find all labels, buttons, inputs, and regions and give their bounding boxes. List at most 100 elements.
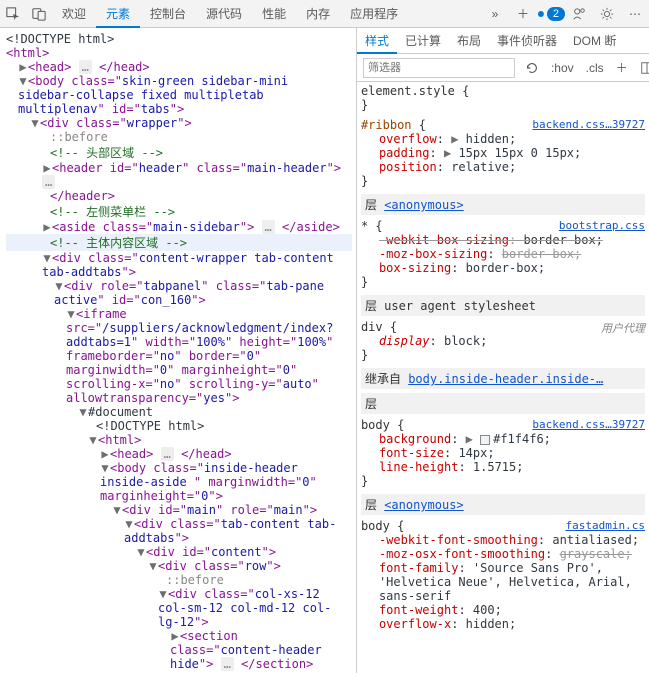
header-tag[interactable]: <header id="header" class="main-header">	[52, 161, 341, 175]
cls-toggle[interactable]: .cls	[580, 61, 610, 75]
ellipsis-icon[interactable]: …	[221, 657, 234, 671]
aside-tag[interactable]: <aside class="main-sidebar">	[52, 220, 254, 234]
anon-link[interactable]: <anonymous>	[384, 498, 463, 512]
rule-body-backend[interactable]: backend.css…39727 body { background: ▶ #…	[361, 418, 645, 488]
ellipsis-icon[interactable]: …	[262, 220, 275, 234]
selector[interactable]: div	[361, 320, 383, 334]
row-div[interactable]: <div class="row">	[158, 559, 281, 573]
refresh-icon[interactable]	[519, 61, 545, 75]
toggle-icon[interactable]: ▼	[30, 116, 40, 130]
head-open[interactable]: <head>	[28, 60, 71, 74]
toggle-icon[interactable]: ▼	[42, 251, 52, 265]
inner-body[interactable]: <body class="inside-header inside-aside …	[100, 461, 317, 503]
toggle-icon[interactable]: ▼	[18, 74, 28, 88]
source-link[interactable]: backend.css…39727	[532, 118, 645, 131]
comment-sidebar[interactable]: <!-- 左侧菜单栏 -->	[50, 205, 175, 219]
toggle-icon[interactable]: ▶	[100, 447, 110, 461]
issues-button[interactable]: 2	[537, 1, 565, 27]
wrapper-div[interactable]: <div class="wrapper">	[40, 116, 192, 130]
toggle-icon[interactable]: ▼	[66, 307, 76, 321]
device-toggle-icon[interactable]	[26, 1, 52, 27]
main-div[interactable]: <div id="main" role="main">	[122, 503, 317, 517]
rule-ribbon[interactable]: backend.css…39727 #ribbon { overflow: ▶ …	[361, 118, 645, 188]
toggle-icon[interactable]: ▼	[100, 461, 110, 475]
rule-div[interactable]: 用户代理 div { display: block; }	[361, 320, 645, 362]
selector[interactable]: *	[361, 219, 368, 233]
color-swatch[interactable]	[480, 435, 490, 445]
ellipsis-icon[interactable]: …	[161, 447, 174, 461]
html-open[interactable]: <html>	[6, 46, 49, 60]
document-node[interactable]: #document	[88, 405, 153, 419]
source-link[interactable]: backend.css…39727	[532, 418, 645, 431]
tab-application[interactable]: 应用程序	[340, 0, 408, 28]
tab-computed[interactable]: 已计算	[397, 28, 449, 54]
styles-body[interactable]: element.style { } backend.css…39727 #rib…	[357, 82, 649, 673]
tab-memory[interactable]: 内存	[296, 0, 340, 28]
toggle-icon[interactable]: ▼	[124, 517, 134, 531]
header-close[interactable]: </header>	[50, 189, 115, 203]
toggle-icon[interactable]: ▼	[54, 279, 64, 293]
tab-listeners[interactable]: 事件侦听器	[489, 28, 565, 54]
rule-star[interactable]: bootstrap.css * { -webkit-box-sizing: bo…	[361, 219, 645, 289]
hov-toggle[interactable]: :hov	[545, 61, 580, 75]
rule-element-style[interactable]: element.style { }	[361, 84, 645, 112]
selector[interactable]: body	[361, 519, 390, 533]
iframe-tag[interactable]: <iframe src="/suppliers/acknowledgment/i…	[66, 307, 333, 405]
source-link[interactable]: fastadmin.cs	[566, 519, 645, 532]
doctype[interactable]: <!DOCTYPE html>	[6, 32, 114, 46]
tab-content-div[interactable]: <div class="tab-content tab-addtabs">	[124, 517, 336, 545]
toggle-icon[interactable]: ▶	[18, 60, 28, 74]
toggle-icon[interactable]: ▼	[136, 545, 146, 559]
comment-content[interactable]: <!-- 主体内容区域 -->	[50, 236, 187, 250]
add-tab-icon[interactable]: ＋	[509, 1, 537, 27]
head-close[interactable]: </head>	[99, 60, 150, 74]
rule-body-fastadmin[interactable]: fastadmin.cs body { -webkit-font-smoothi…	[361, 519, 645, 631]
selector[interactable]: element.style	[361, 84, 455, 98]
selector[interactable]: #ribbon	[361, 118, 412, 132]
tab-styles[interactable]: 样式	[357, 28, 397, 54]
comment-header[interactable]: <!-- 头部区域 -->	[50, 146, 163, 160]
source-link[interactable]: bootstrap.css	[559, 219, 645, 232]
toggle-icon[interactable]: ▼	[112, 503, 122, 517]
anon-link[interactable]: <anonymous>	[384, 198, 463, 212]
content-wrapper[interactable]: <div class="content-wrapper tab-content …	[42, 251, 334, 279]
toggle-icon[interactable]: ▶	[42, 161, 52, 175]
tab-dom-breakpoints[interactable]: DOM 断	[565, 28, 624, 54]
more-icon[interactable]: ⋯	[621, 1, 649, 27]
more-tabs-icon[interactable]: »	[481, 1, 509, 27]
pseudo-before[interactable]: ::before	[50, 130, 108, 144]
inner-head-close[interactable]: </head>	[181, 447, 232, 461]
computed-toggle-icon[interactable]	[634, 61, 649, 75]
content-div[interactable]: <div id="content">	[146, 545, 276, 559]
ellipsis-icon[interactable]: …	[79, 60, 92, 74]
ellipsis-icon[interactable]: …	[42, 175, 55, 189]
new-style-icon[interactable]: ＋	[610, 59, 634, 76]
settings-icon[interactable]	[593, 1, 621, 27]
toggle-icon[interactable]: ▼	[78, 405, 88, 419]
tab-elements[interactable]: 元素	[96, 0, 140, 28]
section-close[interactable]: </section>	[241, 657, 313, 671]
aside-close[interactable]: </aside>	[282, 220, 340, 234]
tabpanel-div[interactable]: <div role="tabpanel" class="tab-pane act…	[54, 279, 324, 307]
tab-sources[interactable]: 源代码	[196, 0, 252, 28]
toggle-icon[interactable]: ▼	[158, 587, 168, 601]
toggle-icon[interactable]: ▼	[88, 433, 98, 447]
inherit-link[interactable]: body.inside-header.inside-…	[408, 372, 603, 386]
toggle-icon[interactable]: ▼	[148, 559, 158, 573]
elements-tree[interactable]: <!DOCTYPE html> <html> ▶<head> … </head>…	[0, 28, 357, 673]
col-div[interactable]: <div class="col-xs-12 col-sm-12 col-md-1…	[158, 587, 331, 629]
tab-layout[interactable]: 布局	[449, 28, 489, 54]
toggle-icon[interactable]: ▶	[42, 220, 52, 234]
tab-console[interactable]: 控制台	[140, 0, 196, 28]
tab-performance[interactable]: 性能	[252, 0, 296, 28]
pseudo-before2[interactable]: ::before	[166, 573, 224, 587]
inspect-icon[interactable]	[0, 1, 26, 27]
inner-doctype[interactable]: <!DOCTYPE html>	[96, 419, 204, 433]
inner-html[interactable]: <html>	[98, 433, 141, 447]
inner-head-open[interactable]: <head>	[110, 447, 153, 461]
styles-filter-input[interactable]	[363, 58, 515, 78]
tab-welcome[interactable]: 欢迎	[52, 0, 96, 28]
selector[interactable]: body	[361, 418, 390, 432]
toggle-icon[interactable]: ▶	[170, 629, 180, 643]
body-tag[interactable]: <body class="skin-green sidebar-mini sid…	[18, 74, 288, 116]
